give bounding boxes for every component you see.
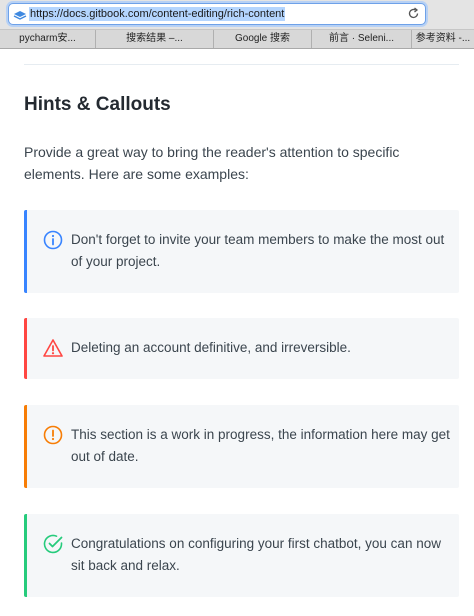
- bookmark-item[interactable]: pycharm安...: [0, 30, 96, 48]
- exclamation-circle-icon: [43, 425, 63, 445]
- reload-icon[interactable]: [407, 7, 420, 20]
- info-circle-icon: [43, 230, 63, 250]
- url-text[interactable]: https://docs.gitbook.com/content-editing…: [29, 7, 286, 21]
- warning-triangle-icon: [43, 339, 63, 357]
- bookmark-item[interactable]: 搜索结果 –...: [96, 30, 214, 48]
- section-divider: [24, 64, 459, 65]
- bookmarks-bar: pycharm安... 搜索结果 –... Google 搜索 前言 · Sel…: [0, 29, 474, 49]
- hint-text: Don't forget to invite your team members…: [71, 232, 445, 269]
- check-circle-icon: [43, 534, 63, 554]
- hint-success: Congratulations on configuring your firs…: [24, 514, 459, 597]
- intro-text: Provide a great way to bring the reader'…: [24, 144, 400, 182]
- hint-info: Don't forget to invite your team members…: [24, 210, 459, 293]
- hint-warning: This section is a work in progress, the …: [24, 405, 459, 488]
- bookmark-item[interactable]: 前言 · Seleni...: [312, 30, 412, 48]
- hint-text: Deleting an account definitive, and irre…: [71, 340, 351, 355]
- browser-toolbar: https://docs.gitbook.com/content-editing…: [0, 0, 474, 29]
- bookmark-item[interactable]: Google 搜索: [214, 30, 312, 48]
- hint-text: Congratulations on configuring your firs…: [71, 536, 441, 573]
- address-bar[interactable]: https://docs.gitbook.com/content-editing…: [8, 3, 426, 25]
- hint-danger: Deleting an account definitive, and irre…: [24, 318, 459, 379]
- page-heading: Hints & Callouts: [24, 94, 171, 115]
- bookmark-item[interactable]: 参考资料 -...: [412, 30, 474, 48]
- hint-text: This section is a work in progress, the …: [71, 427, 450, 464]
- gitbook-favicon-icon: [13, 11, 27, 20]
